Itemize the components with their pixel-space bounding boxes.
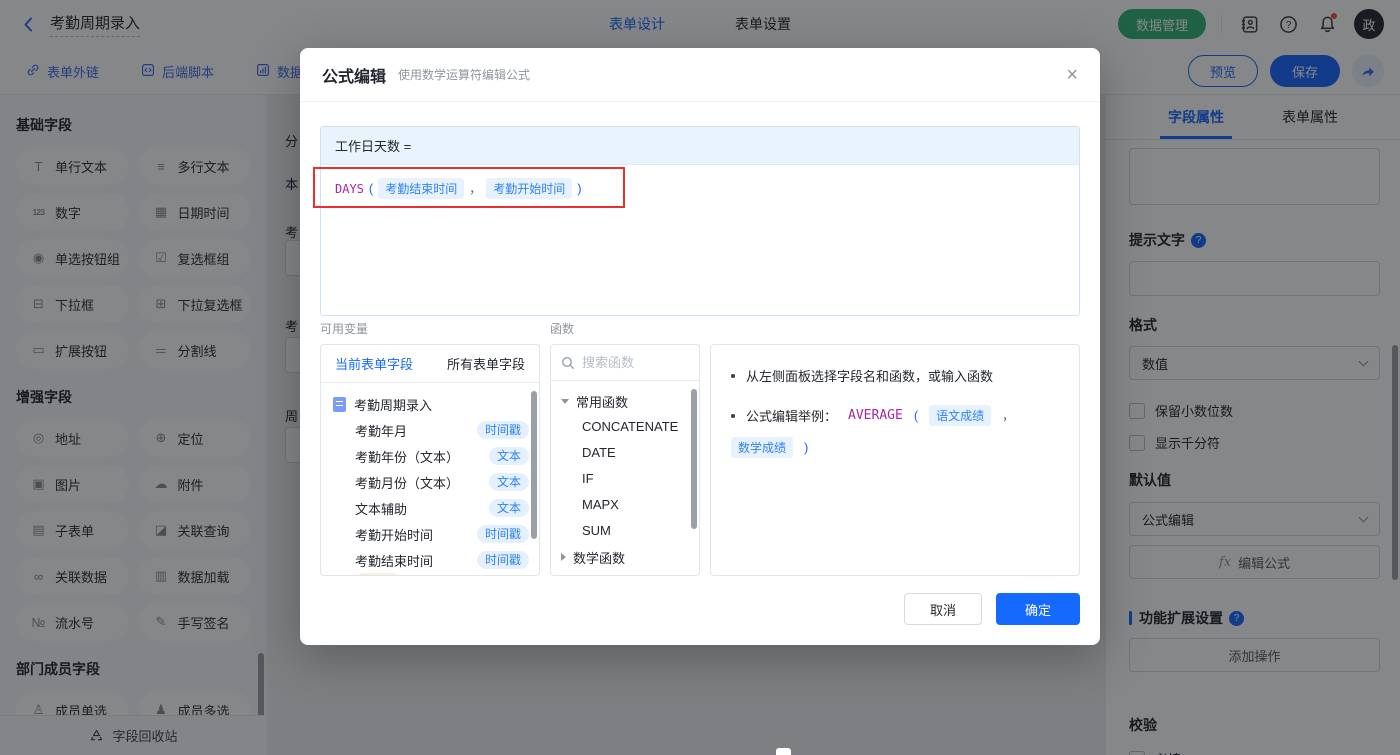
variable-field-name: 考勤月份（文本） bbox=[355, 475, 460, 491]
variable-field-name: 考勤年月 bbox=[355, 423, 408, 439]
formula-comma: ， bbox=[469, 182, 482, 196]
variable-field-name: 考勤年份（文本） bbox=[355, 449, 460, 465]
function-group-2[interactable]: 文本函数 bbox=[551, 570, 699, 576]
variables-tabs: 当前表单字段 所有表单字段 bbox=[321, 345, 539, 383]
cancel-button[interactable]: 取消 bbox=[904, 593, 982, 625]
modal-header: 公式编辑 使用数学运算符编辑公式 × bbox=[300, 48, 1100, 102]
function-group-label: 数学函数 bbox=[573, 550, 626, 566]
variable-field-name: 考勤结束时间 bbox=[355, 553, 434, 569]
help-example: 公式编辑举例： AVERAGE ( 语文成绩 ， 数学成绩 ) bbox=[731, 405, 1059, 458]
modal-subtitle: 使用数学运算符编辑公式 bbox=[398, 68, 531, 82]
form-doc-icon bbox=[333, 396, 346, 412]
variable-field-name: 考勤开始时间 bbox=[355, 527, 434, 543]
function-group-0[interactable]: 常用函数 bbox=[551, 388, 699, 414]
variables-tab-0[interactable]: 当前表单字段 bbox=[335, 354, 413, 373]
variable-field-row[interactable]: 考勤开始时间 时间戳 bbox=[321, 521, 539, 547]
function-tree: 常用函数 CONCATENATEDATEIFMAPXSUM 数学函数文本函数 bbox=[551, 381, 699, 576]
help-example-prefix: 公式编辑举例： bbox=[746, 409, 838, 424]
variables-root-label: 考勤周期录入 bbox=[354, 397, 433, 413]
function-search-input[interactable] bbox=[582, 355, 678, 370]
formula-input-area[interactable]: DAYS ( 考勤结束时间 ， 考勤开始时间 ) bbox=[321, 165, 1079, 212]
chevron-down-icon bbox=[561, 398, 569, 404]
formula-editor-box: 工作日天数 = DAYS ( 考勤结束时间 ， 考勤开始时间 ) bbox=[320, 126, 1080, 316]
function-item-if[interactable]: IF bbox=[551, 466, 699, 492]
variables-scrollbar[interactable] bbox=[531, 391, 537, 539]
variable-field-row-partial bbox=[321, 573, 539, 575]
field-type-badge: 文本 bbox=[488, 473, 529, 491]
variables-section-label: 可用变量 bbox=[320, 322, 369, 336]
formula-help-panel: 从左侧面板选择字段名和函数，或输入函数 公式编辑举例： AVERAGE ( 语文… bbox=[710, 344, 1080, 576]
variables-list: 考勤周期录入 考勤年月 时间戳 考勤年份（文本） 文本 考勤月份（文本） 文本 文本辅助 文本… bbox=[321, 383, 539, 575]
open-paren: ( bbox=[368, 181, 374, 196]
function-item-concatenate[interactable]: CONCATENATE bbox=[551, 414, 699, 440]
variable-field-row[interactable]: 文本辅助 文本 bbox=[321, 495, 539, 521]
variable-field-row[interactable]: 考勤年份（文本） 文本 bbox=[321, 443, 539, 469]
field-type-badge: 时间戳 bbox=[476, 525, 529, 543]
field-type-badge: 文本 bbox=[488, 447, 529, 465]
field-type-badge: 时间戳 bbox=[476, 551, 529, 569]
functions-panel: 常用函数 CONCATENATEDATEIFMAPXSUM 数学函数文本函数 bbox=[550, 344, 700, 576]
modal-footer: 取消 确定 bbox=[904, 593, 1080, 625]
example-function-name: AVERAGE bbox=[848, 408, 903, 423]
function-group-label: 文本函数 bbox=[573, 574, 625, 576]
close-icon[interactable]: × bbox=[1066, 65, 1078, 85]
variable-field-name: 文本辅助 bbox=[355, 501, 408, 517]
formula-editor-modal: 公式编辑 使用数学运算符编辑公式 × 工作日天数 = DAYS ( 考勤结束时间… bbox=[300, 48, 1100, 645]
bottom-peek-element bbox=[776, 748, 791, 755]
example-field-chip: 语文成绩 bbox=[929, 405, 992, 426]
function-search bbox=[551, 345, 699, 381]
formula-target: 工作日天数 = bbox=[321, 127, 1079, 165]
example-comma: ， bbox=[1002, 409, 1015, 423]
functions-scrollbar[interactable] bbox=[691, 389, 697, 529]
variables-root-node[interactable]: 考勤周期录入 bbox=[321, 391, 539, 417]
formula-field-chip[interactable]: 考勤开始时间 bbox=[486, 178, 573, 199]
help-tip: 从左侧面板选择字段名和函数，或输入函数 bbox=[731, 366, 1059, 385]
functions-section-label: 函数 bbox=[550, 322, 575, 336]
function-item-mapx[interactable]: MAPX bbox=[551, 492, 699, 518]
close-paren: ) bbox=[577, 181, 582, 196]
field-type-badge: 时间戳 bbox=[476, 421, 529, 439]
bullet-icon bbox=[731, 413, 735, 418]
app-screen: 考勤周期录入 表单设计表单设置 数据管理 ? 政 表单外链后端脚本数据权限 预览… bbox=[0, 0, 1400, 755]
field-type-badge-partial bbox=[355, 573, 401, 575]
variable-field-row[interactable]: 考勤结束时间 时间戳 bbox=[321, 547, 539, 573]
formula-function-name: DAYS bbox=[335, 181, 364, 196]
function-item-sum[interactable]: SUM bbox=[551, 518, 699, 544]
help-tip-text: 从左侧面板选择字段名和函数，或输入函数 bbox=[746, 369, 994, 384]
field-type-badge: 文本 bbox=[488, 499, 529, 517]
bullet-icon bbox=[731, 373, 735, 378]
function-group-1[interactable]: 数学函数 bbox=[551, 544, 699, 570]
function-group-label: 常用函数 bbox=[576, 394, 629, 410]
variable-field-row[interactable]: 考勤年月 时间戳 bbox=[321, 417, 539, 443]
variables-panel: 当前表单字段 所有表单字段 考勤周期录入 考勤年月 时间戳 考勤年份（文本） 文本 考勤月… bbox=[320, 344, 540, 576]
variable-field-row[interactable]: 考勤月份（文本） 文本 bbox=[321, 469, 539, 495]
search-icon bbox=[561, 356, 574, 369]
variables-tab-1[interactable]: 所有表单字段 bbox=[447, 354, 525, 373]
formula-field-chip[interactable]: 考勤结束时间 bbox=[378, 178, 465, 199]
close-paren: ) bbox=[804, 440, 809, 455]
confirm-button[interactable]: 确定 bbox=[996, 593, 1080, 625]
function-item-date[interactable]: DATE bbox=[551, 440, 699, 466]
modal-title: 公式编辑 bbox=[322, 68, 387, 86]
example-field-chip: 数学成绩 bbox=[731, 437, 794, 458]
chevron-right-icon bbox=[561, 553, 566, 561]
open-paren: ( bbox=[913, 408, 919, 423]
